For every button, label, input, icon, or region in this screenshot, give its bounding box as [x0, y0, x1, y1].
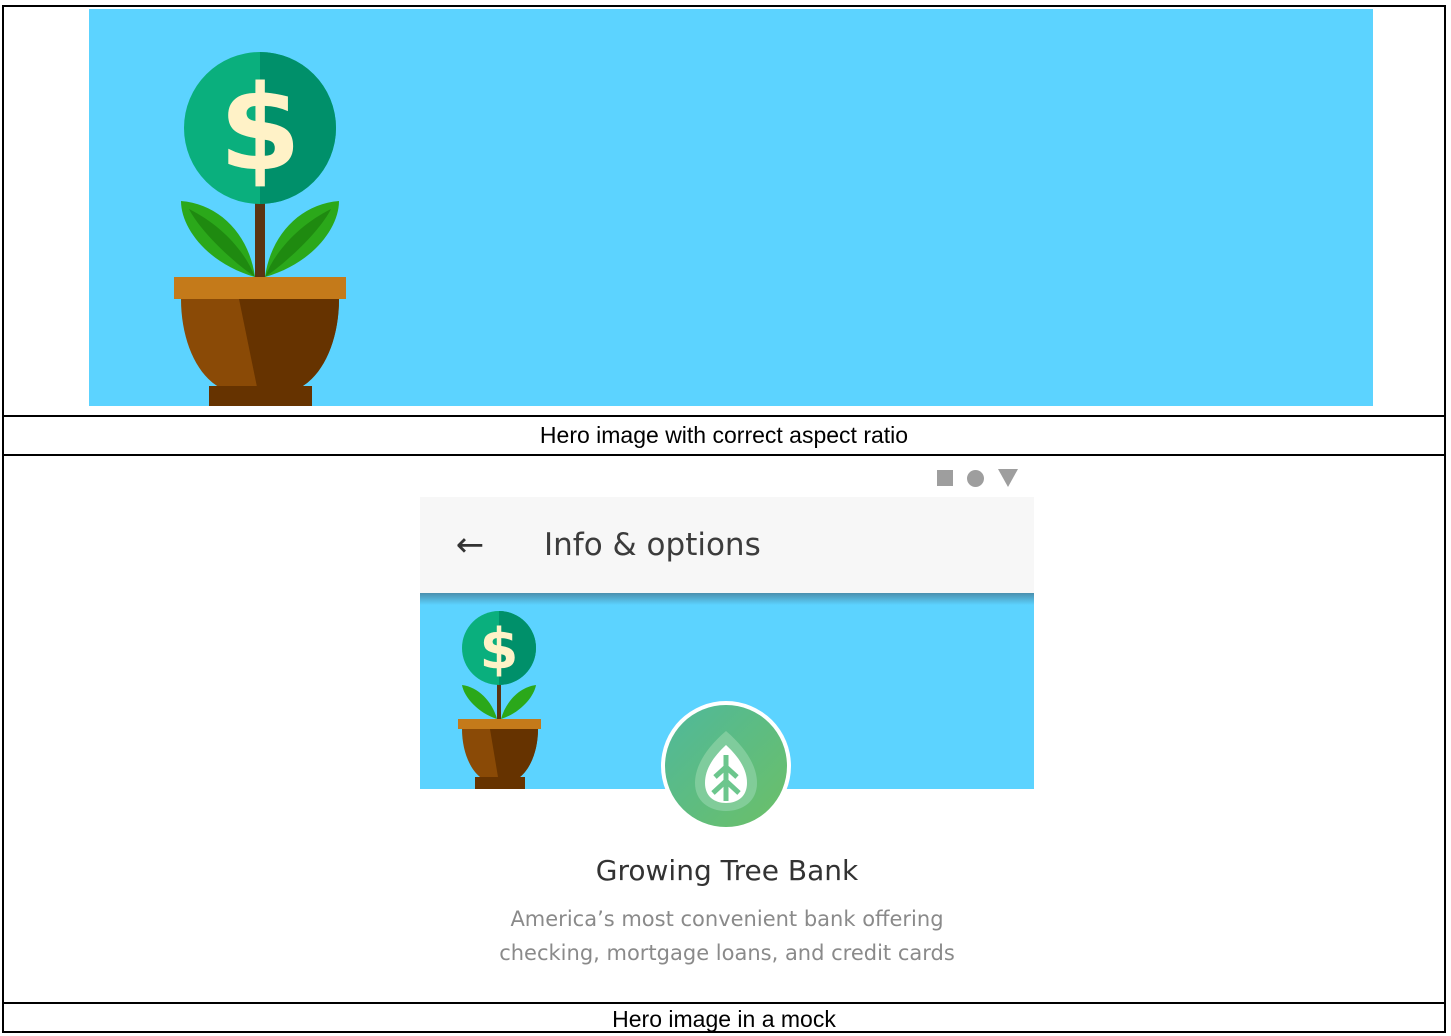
bank-name: Growing Tree Bank — [595, 854, 859, 887]
hero-image-cell: $ — [4, 7, 1444, 415]
bank-description: America’s most convenient bank offering … — [420, 902, 1034, 970]
phone-mock: ← Info & options $ Growing Tree Bank Ame… — [420, 459, 1034, 1004]
svg-text:$: $ — [480, 617, 519, 682]
page-title: Info & options — [544, 527, 761, 563]
table-divider — [4, 415, 1444, 417]
hero-image: $ — [89, 9, 1373, 406]
app-bar: ← Info & options — [420, 497, 1034, 593]
bank-logo — [661, 701, 791, 831]
bank-description-line: America’s most convenient bank offering — [510, 907, 944, 931]
table-divider — [4, 454, 1444, 456]
arrow-left-icon[interactable]: ← — [450, 525, 490, 565]
svg-text:$: $ — [219, 59, 301, 197]
square-icon — [937, 470, 953, 486]
bank-description-line: checking, mortgage loans, and credit car… — [499, 941, 955, 965]
hero-caption: Hero image with correct aspect ratio — [539, 422, 909, 448]
leaf-icon — [695, 731, 757, 811]
status-bar — [420, 459, 1034, 497]
figure-table: $ Hero image with correct aspect ratio ←… — [2, 5, 1446, 1033]
money-plant-illustration: $ — [174, 52, 346, 406]
triangle-icon — [998, 469, 1018, 487]
circle-icon — [967, 469, 984, 487]
table-divider — [4, 1002, 1444, 1004]
mock-cell: ← Info & options $ Growing Tree Bank Ame… — [4, 459, 1444, 1004]
mock-caption: Hero image in a mock — [612, 1006, 836, 1032]
